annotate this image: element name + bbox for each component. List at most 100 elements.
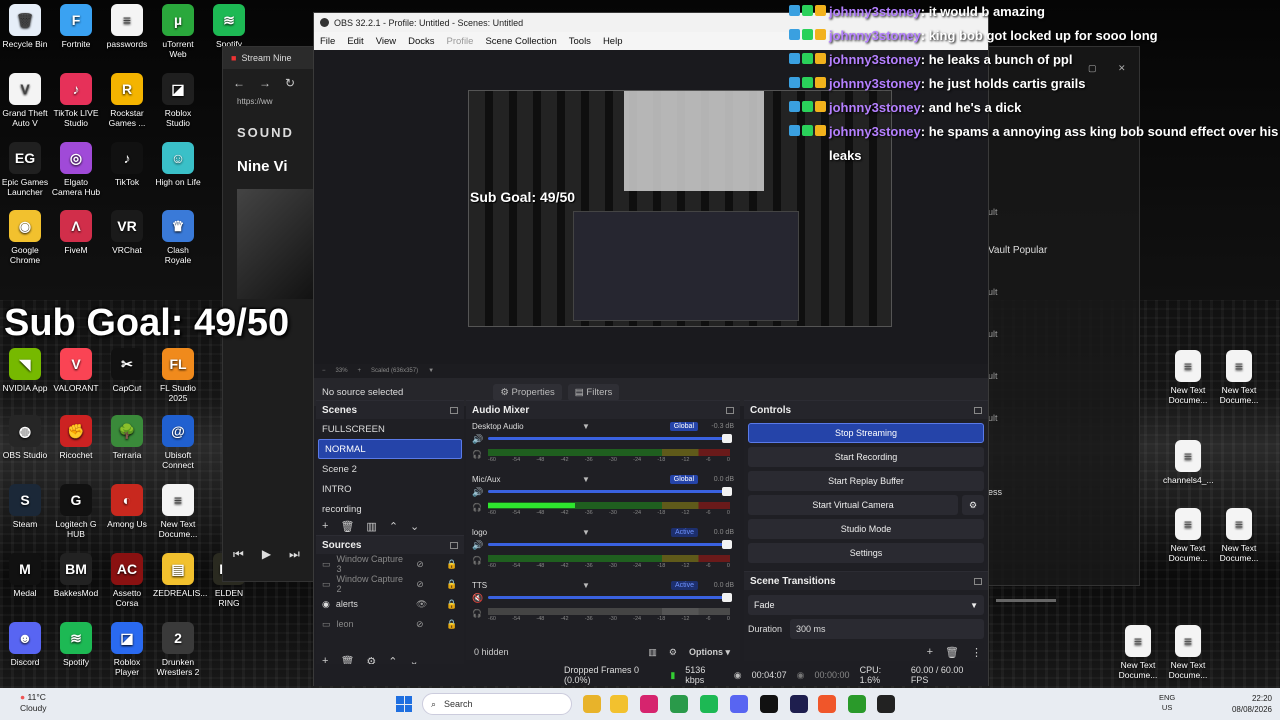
desktop-icon[interactable]: ≡ New Text Docume... bbox=[1163, 508, 1213, 563]
remove-scene-icon[interactable]: 🗑 bbox=[340, 520, 354, 533]
add-transition-icon[interactable]: + bbox=[927, 646, 933, 659]
spotify-icon[interactable] bbox=[700, 695, 718, 713]
volume-icon[interactable]: 🔊 bbox=[472, 540, 483, 551]
desktop-icon[interactable]: ◪ Roblox Player bbox=[102, 622, 152, 677]
desktop-icon[interactable]: ≡ New Text Docume... bbox=[1163, 625, 1213, 680]
options-button[interactable]: Options ▾ bbox=[689, 647, 730, 658]
desktop-icon[interactable]: ≡ New Text Docume... bbox=[1214, 508, 1264, 563]
desktop-icon[interactable]: S Steam bbox=[0, 484, 50, 529]
move-down-icon[interactable]: ⌄ bbox=[410, 520, 419, 533]
next-icon[interactable]: ⏭ bbox=[289, 547, 300, 562]
desktop-icon[interactable]: ♪ TikTok bbox=[102, 142, 152, 187]
menu-file[interactable]: File bbox=[320, 36, 335, 47]
desktop-icon[interactable]: ✂ CapCut bbox=[102, 348, 152, 393]
layout-icon[interactable]: ▥ bbox=[648, 647, 657, 658]
volume-slider[interactable] bbox=[996, 599, 1056, 602]
filters-button[interactable]: ▤ Filters bbox=[567, 383, 620, 401]
desktop-icon[interactable]: V VALORANT bbox=[51, 348, 101, 393]
desktop-icon[interactable]: ◎ Elgato Camera Hub bbox=[51, 142, 101, 197]
menu-tools[interactable]: Tools bbox=[569, 36, 591, 47]
desktop-icon[interactable]: 2 Drunken Wrestlers 2 bbox=[153, 622, 203, 677]
scene-filter-icon[interactable]: ▥ bbox=[366, 520, 376, 533]
desktop-icon[interactable]: AC Assetto Corsa bbox=[102, 553, 152, 608]
start-button[interactable] bbox=[396, 696, 412, 712]
volume-icon[interactable]: 🔊 bbox=[472, 487, 483, 498]
transition-menu-icon[interactable]: ⋮ bbox=[971, 646, 982, 659]
chevron-down-icon[interactable]: ▼ bbox=[582, 581, 590, 590]
fader-knob[interactable] bbox=[722, 593, 732, 602]
volume-fader[interactable] bbox=[488, 540, 732, 549]
desktop-icon[interactable]: ≋ Spotify bbox=[51, 622, 101, 667]
xbox-icon[interactable] bbox=[848, 695, 866, 713]
start-virtual-camera-button[interactable]: Start Virtual Camera bbox=[748, 495, 958, 515]
settings-button[interactable]: Settings bbox=[748, 543, 984, 563]
desktop-icon[interactable]: BM BakkesMod bbox=[51, 553, 101, 598]
refresh-icon[interactable]: ↻ bbox=[285, 76, 295, 90]
monitor-icon[interactable]: 🎧 bbox=[472, 556, 482, 565]
zoom-dropdown-icon[interactable]: ▼ bbox=[428, 368, 434, 374]
desktop-icon[interactable]: G Logitech G HUB bbox=[51, 484, 101, 539]
fader-knob[interactable] bbox=[722, 487, 732, 496]
desktop-icon[interactable]: ≡ passwords bbox=[102, 4, 152, 49]
taskbar-search[interactable]: ⌕ Search bbox=[422, 693, 572, 715]
undock-icon[interactable] bbox=[450, 541, 458, 549]
lock-icon[interactable]: 🔒 bbox=[446, 579, 464, 590]
desktop-icon[interactable]: ≡ channels4_... bbox=[1163, 440, 1214, 485]
add-scene-icon[interactable]: + bbox=[322, 520, 328, 532]
eye-hidden-icon[interactable]: ⊘ bbox=[416, 619, 440, 630]
start-replay-buffer-button[interactable]: Start Replay Buffer bbox=[748, 471, 984, 491]
undock-icon[interactable] bbox=[974, 577, 982, 585]
menu-scene-collection[interactable]: Scene Collection bbox=[485, 36, 556, 47]
volume-icon[interactable]: 🔊 bbox=[472, 434, 483, 445]
desktop-icon[interactable]: V Grand Theft Auto V bbox=[0, 73, 50, 128]
scene-item[interactable]: INTRO bbox=[316, 479, 464, 499]
monitor-icon[interactable]: 🎧 bbox=[472, 450, 482, 459]
eye-icon[interactable]: 👁 bbox=[416, 599, 440, 610]
monitor-icon[interactable]: 🎧 bbox=[472, 503, 482, 512]
desktop-icon[interactable]: VR VRChat bbox=[102, 210, 152, 255]
menu-docks[interactable]: Docks bbox=[408, 36, 434, 47]
source-item[interactable]: ▭ leon ⊘ 🔒 bbox=[316, 614, 464, 634]
source-item[interactable]: ◉ alerts 👁 🔒 bbox=[316, 594, 464, 614]
desktop-icon[interactable]: F Fortnite bbox=[51, 4, 101, 49]
zoom-out-icon[interactable]: − bbox=[322, 368, 326, 374]
duration-input[interactable]: 300 ms bbox=[790, 619, 984, 639]
previous-icon[interactable]: ⏮ bbox=[233, 547, 244, 562]
language-indicator[interactable]: ENG US bbox=[1159, 693, 1175, 713]
lock-icon[interactable]: 🔒 bbox=[446, 559, 464, 570]
forward-icon[interactable]: → bbox=[259, 76, 271, 90]
desktop-icon[interactable]: Λ FiveM bbox=[51, 210, 101, 255]
pc-icon[interactable] bbox=[760, 695, 778, 713]
chevron-down-icon[interactable]: ▼ bbox=[582, 475, 590, 484]
desktop-icon[interactable]: 🌳 Terraria bbox=[102, 415, 152, 460]
chevron-down-icon[interactable]: ▼ bbox=[582, 422, 590, 431]
eye-hidden-icon[interactable]: ⊘ bbox=[416, 579, 440, 590]
desktop-icon[interactable]: M Medal bbox=[0, 553, 50, 598]
desktop-icon[interactable]: ≡ New Text Docume... bbox=[1214, 350, 1264, 405]
menu-edit[interactable]: Edit bbox=[347, 36, 363, 47]
desktop-icon[interactable]: ≡ New Text Docume... bbox=[1113, 625, 1163, 680]
chevron-down-icon[interactable]: ▼ bbox=[582, 528, 590, 537]
scene-item[interactable]: NORMAL bbox=[318, 439, 462, 459]
brave-icon[interactable] bbox=[818, 695, 836, 713]
lock-icon[interactable]: 🔒 bbox=[446, 619, 464, 630]
desktop-icon[interactable]: ◉ Google Chrome bbox=[0, 210, 50, 265]
obs-icon[interactable] bbox=[877, 695, 895, 713]
remove-transition-icon[interactable]: 🗑 bbox=[945, 646, 959, 659]
source-item[interactable]: ▭ Window Capture 3 ⊘ 🔒 bbox=[316, 554, 464, 574]
scene-item[interactable]: FULLSCREEN bbox=[316, 419, 464, 439]
undock-icon[interactable] bbox=[974, 406, 982, 414]
mute-icon[interactable]: 🔇 bbox=[472, 593, 483, 604]
menu-help[interactable]: Help bbox=[603, 36, 623, 47]
desktop-icon[interactable]: FL FL Studio 2025 bbox=[153, 348, 203, 403]
desktop-icon[interactable]: ☺ High on Life bbox=[153, 142, 203, 187]
studio-mode-button[interactable]: Studio Mode bbox=[748, 519, 984, 539]
volume-fader[interactable] bbox=[488, 434, 732, 443]
desktop-icon[interactable]: R Rockstar Games ... bbox=[102, 73, 152, 128]
desktop-icon[interactable]: µ uTorrent Web bbox=[153, 4, 203, 59]
virtual-camera-settings-icon[interactable]: ⚙ bbox=[962, 495, 984, 515]
volume-fader[interactable] bbox=[488, 487, 732, 496]
move-up-icon[interactable]: ⌃ bbox=[389, 520, 398, 533]
play-icon[interactable]: ▶ bbox=[262, 547, 271, 562]
clock[interactable]: 22:20 08/08/2026 bbox=[1232, 693, 1272, 715]
